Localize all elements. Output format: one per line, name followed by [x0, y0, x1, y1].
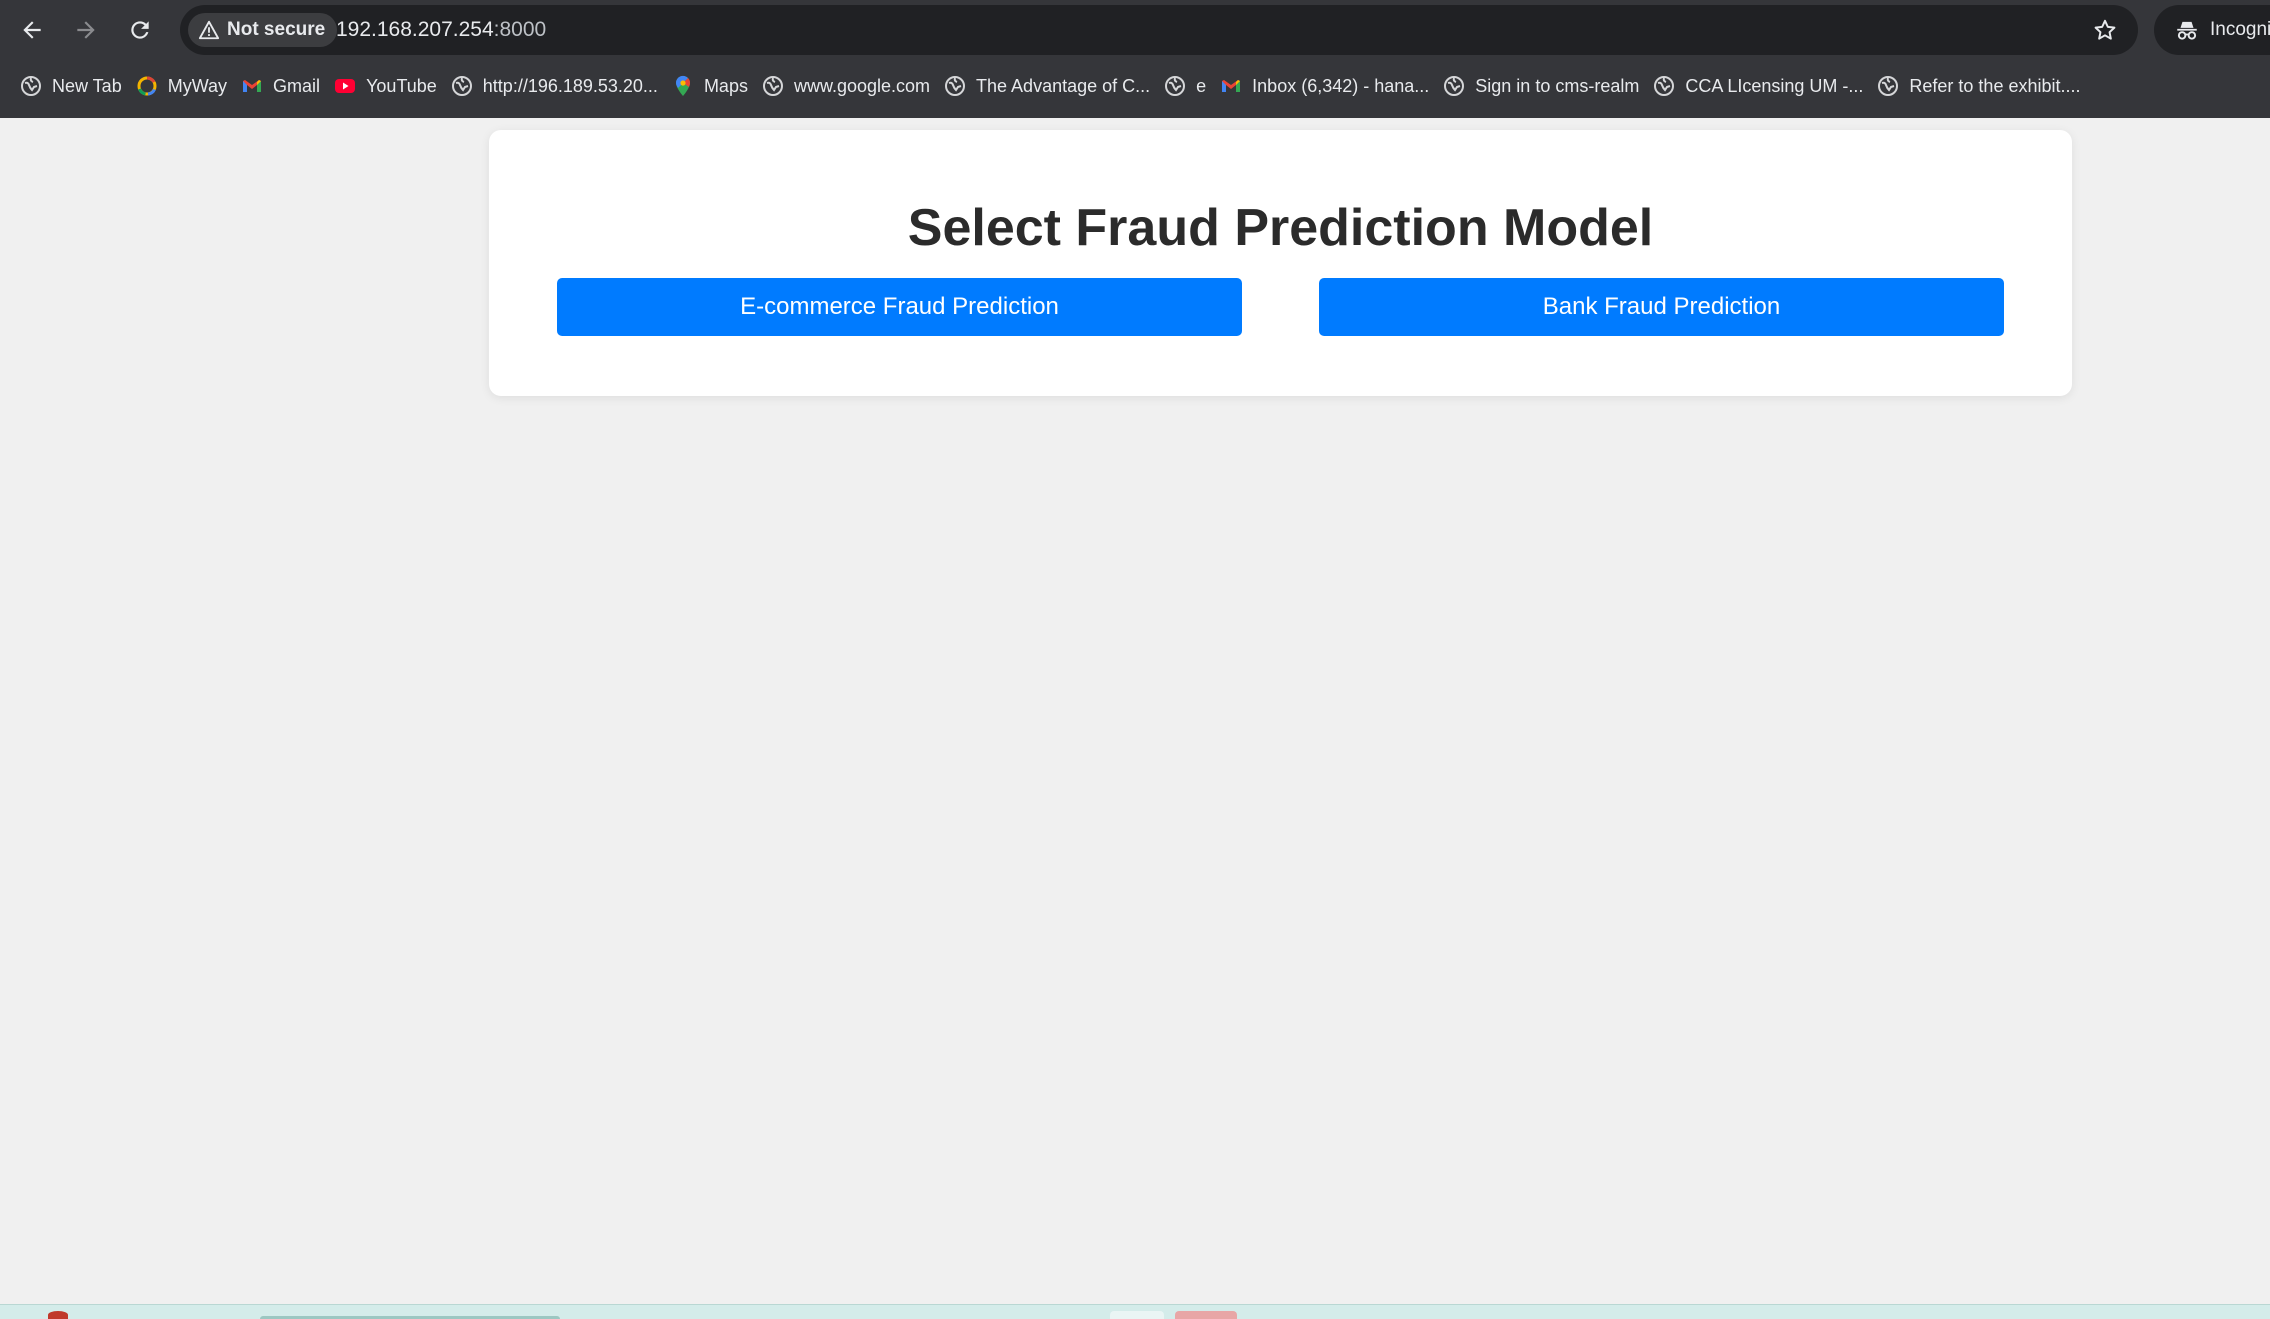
bookmark-gmail[interactable]: Gmail	[237, 68, 330, 104]
globe-icon	[944, 75, 966, 97]
incognito-label: Incognito	[2210, 19, 2270, 40]
bookmark-star-button[interactable]	[2090, 15, 2120, 45]
gmail-icon	[1220, 75, 1242, 97]
bookmark-label: Refer to the exhibit....	[1909, 75, 2081, 96]
reload-icon	[131, 21, 149, 39]
url-text[interactable]: 192.168.207.254:8000	[336, 18, 546, 42]
bookmark-label: MyWay	[167, 75, 228, 96]
back-arrow-icon	[23, 21, 41, 39]
maps-icon	[672, 75, 694, 97]
bookmark-label: http://196.189.53.20...	[482, 75, 658, 96]
incognito-icon	[2177, 21, 2197, 40]
bookmark-refer-exhibit[interactable]: Refer to the exhibit....	[1873, 68, 2090, 104]
reload-button[interactable]	[122, 12, 158, 48]
bookmark-label: Gmail	[273, 75, 321, 96]
bookmark-label: www.google.com	[793, 75, 931, 96]
bookmark-youtube[interactable]: YouTube	[330, 68, 447, 104]
url-host: 192.168.207.254	[336, 18, 494, 41]
bookmark-cca-licensing[interactable]: CCA LIcensing UM -...	[1649, 68, 1873, 104]
taskbar-edge	[0, 1304, 2270, 1319]
address-bar[interactable]: Not secure 192.168.207.254:8000	[180, 5, 2138, 55]
globe-icon	[1877, 75, 1899, 97]
globe-icon	[451, 75, 473, 97]
forward-button[interactable]	[68, 12, 104, 48]
bookmark-new-tab[interactable]: New Tab	[16, 68, 132, 104]
globe-icon	[20, 75, 42, 97]
browser-toolbar: Not secure 192.168.207.254:8000 Incognit…	[0, 0, 2270, 60]
myway-icon	[136, 75, 158, 97]
bookmark-label: New Tab	[52, 75, 122, 96]
security-indicator[interactable]: Not secure	[188, 13, 338, 47]
bookmarks-bar: New Tab MyWay Gmail YouTube http://196.1…	[0, 66, 2270, 106]
star-icon	[2094, 19, 2116, 40]
globe-icon	[1443, 75, 1465, 97]
globe-icon	[1164, 75, 1186, 97]
bank-fraud-button[interactable]: Bank Fraud Prediction	[1319, 278, 2004, 336]
bookmark-inbox[interactable]: Inbox (6,342) - hana...	[1216, 68, 1439, 104]
warning-triangle-icon	[198, 20, 220, 40]
page-content: Select Fraud Prediction Model E-commerce…	[0, 118, 2270, 1304]
bookmark-label: e	[1196, 75, 1207, 96]
bookmark-advantage[interactable]: The Advantage of C...	[940, 68, 1160, 104]
forward-arrow-icon	[77, 21, 95, 39]
url-port: :8000	[493, 18, 547, 41]
bookmark-label: Maps	[703, 75, 748, 96]
globe-icon	[762, 75, 784, 97]
youtube-icon	[334, 75, 356, 97]
bookmark-myway[interactable]: MyWay	[132, 68, 237, 104]
bookmark-cms-realm[interactable]: Sign in to cms-realm	[1439, 68, 1649, 104]
incognito-indicator[interactable]: Incognito	[2154, 5, 2270, 55]
bookmark-label: The Advantage of C...	[976, 75, 1151, 96]
globe-icon	[1653, 75, 1675, 97]
page-title: Select Fraud Prediction Model	[907, 199, 1654, 257]
browser-chrome: Not secure 192.168.207.254:8000 Incognit…	[0, 0, 2270, 118]
bookmark-google[interactable]: www.google.com	[758, 68, 940, 104]
bookmark-label: CCA LIcensing UM -...	[1685, 75, 1864, 96]
bookmark-ip-address[interactable]: http://196.189.53.20...	[447, 68, 668, 104]
bookmark-label: Sign in to cms-realm	[1475, 75, 1640, 96]
gmail-icon	[241, 75, 263, 97]
back-button[interactable]	[14, 12, 50, 48]
bookmark-e[interactable]: e	[1160, 68, 1216, 104]
ecommerce-fraud-button[interactable]: E-commerce Fraud Prediction	[557, 278, 1242, 336]
bookmark-maps[interactable]: Maps	[668, 68, 758, 104]
bookmark-label: Inbox (6,342) - hana...	[1252, 75, 1430, 96]
model-selection-card: Select Fraud Prediction Model E-commerce…	[489, 130, 2072, 396]
bookmark-label: YouTube	[366, 75, 437, 96]
security-label: Not secure	[227, 19, 326, 40]
